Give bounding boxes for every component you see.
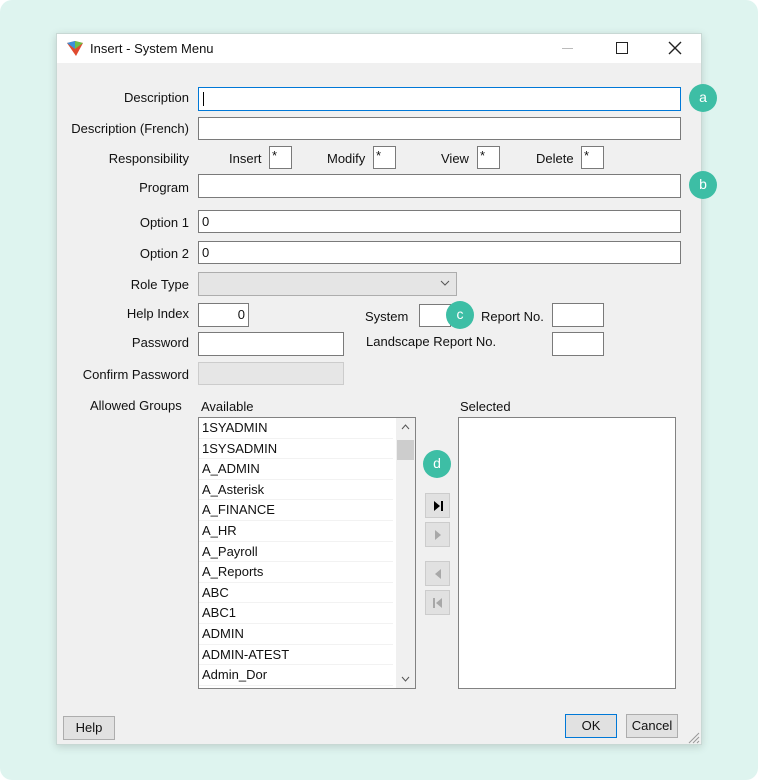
list-item[interactable]: A_Asterisk: [199, 480, 393, 501]
move-right-icon: [434, 529, 441, 540]
scrollbar-thumb[interactable]: [397, 440, 414, 460]
badge-d: d: [423, 450, 451, 478]
scroll-down-icon[interactable]: [401, 676, 410, 682]
role-type-label: Role Type: [130, 277, 189, 292]
system-label: System: [365, 309, 409, 324]
available-label: Available: [201, 399, 254, 414]
add-all-button[interactable]: [425, 493, 450, 518]
add-button[interactable]: [425, 522, 450, 547]
list-item[interactable]: ABC: [199, 583, 393, 604]
option2-input[interactable]: 0: [198, 241, 681, 264]
option2-label: Option 2: [139, 246, 189, 261]
role-type-select[interactable]: [198, 272, 457, 296]
minimize-button[interactable]: [562, 48, 573, 49]
description-label: Description: [123, 90, 189, 105]
allowed-groups-label: Allowed Groups: [90, 398, 182, 413]
insert-system-menu-dialog: Insert - System Menu Description Descrip…: [56, 33, 702, 745]
insert-input[interactable]: *: [269, 146, 292, 169]
maximize-button[interactable]: [616, 42, 628, 54]
view-input[interactable]: *: [477, 146, 500, 169]
password-label: Password: [131, 335, 189, 350]
resize-grip-icon[interactable]: [687, 731, 700, 744]
description-input[interactable]: [198, 87, 681, 111]
close-icon[interactable]: [668, 41, 682, 55]
move-all-left-icon: [432, 597, 442, 608]
app-icon: [67, 41, 83, 56]
landscape-report-no-input[interactable]: [552, 332, 604, 356]
program-input[interactable]: [198, 174, 681, 198]
move-all-right-icon: [433, 500, 443, 511]
cancel-button[interactable]: Cancel: [626, 714, 678, 738]
selected-label: Selected: [460, 399, 511, 414]
move-left-icon: [434, 568, 441, 579]
list-item[interactable]: ADMIN-ATEST: [199, 645, 393, 666]
help-button[interactable]: Help: [63, 716, 115, 740]
list-item[interactable]: ABC1: [199, 603, 393, 624]
list-item[interactable]: A_Payroll: [199, 542, 393, 563]
view-label: View: [441, 151, 469, 166]
program-label: Program: [139, 180, 189, 195]
help-index-input[interactable]: 0: [198, 303, 249, 327]
modify-input[interactable]: *: [373, 146, 396, 169]
badge-b: b: [689, 171, 717, 199]
report-no-input[interactable]: [552, 303, 604, 327]
modify-label: Modify: [327, 151, 366, 166]
list-item[interactable]: 1SYSADMIN: [199, 439, 393, 460]
chevron-down-icon: [440, 280, 450, 286]
help-index-label: Help Index: [126, 306, 189, 321]
title-bar: Insert - System Menu: [57, 34, 701, 63]
list-item[interactable]: A_HR: [199, 521, 393, 542]
description-french-label: Description (French): [71, 121, 189, 136]
report-no-label: Report No.: [481, 309, 544, 324]
text-cursor: [203, 92, 204, 106]
remove-all-button[interactable]: [425, 590, 450, 615]
scrollbar[interactable]: [396, 418, 415, 688]
list-item[interactable]: A_ADMIN: [199, 459, 393, 480]
window-title: Insert - System Menu: [90, 41, 214, 56]
scroll-up-icon[interactable]: [401, 424, 410, 430]
insert-label: Insert: [229, 151, 262, 166]
badge-a: a: [689, 84, 717, 112]
badge-c: c: [446, 301, 474, 329]
remove-button[interactable]: [425, 561, 450, 586]
list-item[interactable]: A_FINANCE: [199, 500, 393, 521]
responsibility-label: Responsibility: [108, 151, 189, 166]
delete-label: Delete: [536, 151, 574, 166]
ok-button[interactable]: OK: [565, 714, 617, 738]
list-item[interactable]: Admin_Dor: [199, 665, 393, 686]
confirm-password-input: [198, 362, 344, 385]
option1-label: Option 1: [139, 215, 189, 230]
list-item[interactable]: A_Reports: [199, 562, 393, 583]
password-input[interactable]: [198, 332, 344, 356]
selected-list[interactable]: [458, 417, 676, 689]
description-french-input[interactable]: [198, 117, 681, 140]
delete-input[interactable]: *: [581, 146, 604, 169]
list-item[interactable]: 1SYADMIN: [199, 418, 393, 439]
confirm-password-label: Confirm Password: [82, 367, 189, 382]
list-item[interactable]: ADMIN: [199, 624, 393, 645]
landscape-report-no-label: Landscape Report No.: [366, 334, 497, 349]
option1-input[interactable]: 0: [198, 210, 681, 233]
available-list[interactable]: 1SYADMIN 1SYSADMIN A_ADMIN A_Asterisk A_FINA…: [198, 417, 416, 689]
